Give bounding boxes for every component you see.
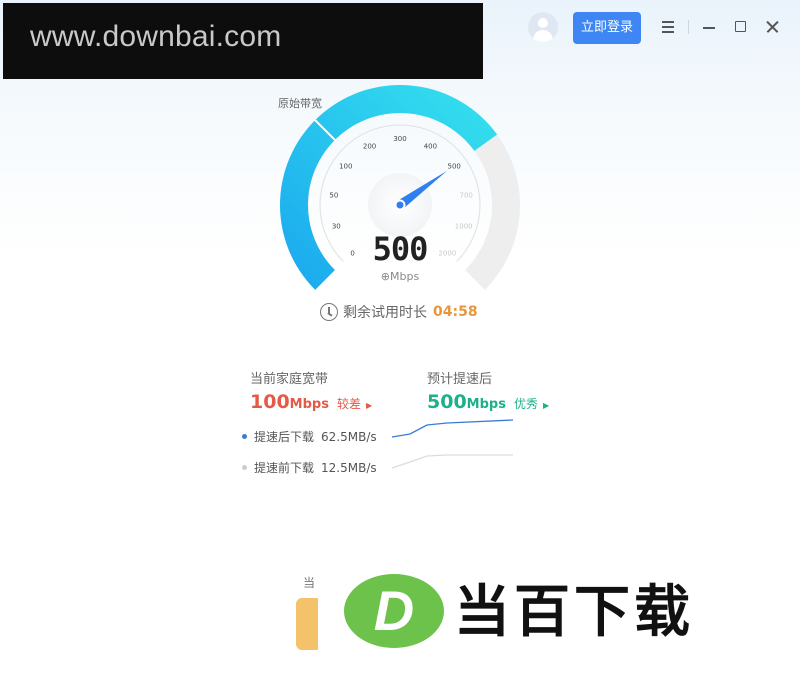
watermark-logo: D 当百下载 xyxy=(340,568,800,658)
after-download-legend: 提速后下载 62.5MB/s xyxy=(242,428,377,445)
bottom-partial-text: 当 xyxy=(303,576,316,590)
before-download-value: 12.5MB/s xyxy=(321,460,377,475)
future-arrow-icon: ▶ xyxy=(542,401,550,410)
after-speed-line xyxy=(391,419,514,438)
before-download-label: 提速前下载 xyxy=(254,461,315,475)
gauge-needle-hub xyxy=(394,199,406,211)
gauge-tick-label: 400 xyxy=(424,142,437,150)
after-download-label: 提速后下载 xyxy=(254,430,315,444)
trial-label: 剩余试用时长 xyxy=(343,305,427,321)
future-rating: 优秀 xyxy=(513,397,538,411)
future-speed-number: 500 xyxy=(427,391,467,413)
current-bandwidth-title: 当前家庭宽带 xyxy=(250,372,329,387)
current-speed-number: 100 xyxy=(250,391,290,413)
after-legend-dot xyxy=(242,434,247,439)
original-bandwidth-label: 原始带宽 xyxy=(278,97,322,110)
current-bandwidth-value[interactable]: 100 Mbps 较差 ▶ xyxy=(250,391,372,413)
before-speed-line xyxy=(391,454,513,469)
future-bandwidth-title: 预计提速后 xyxy=(427,372,493,387)
before-legend-dot xyxy=(242,465,247,470)
future-speed-unit: Mbps xyxy=(466,397,506,412)
trial-remaining: 剩余试用时长 04:58 xyxy=(320,302,478,322)
watermark-logo-icon: D xyxy=(344,574,444,648)
current-arrow-icon: ▶ xyxy=(365,401,373,410)
gauge-tick-label: 200 xyxy=(363,142,376,150)
trial-time: 04:58 xyxy=(433,304,478,320)
watermark-logo-text: 当百下载 xyxy=(454,580,694,645)
gauge-tick-label: 700 xyxy=(459,192,472,200)
gauge-tick-label: 500 xyxy=(448,163,461,171)
speed-unit: ⊕Mbps xyxy=(380,270,420,283)
future-bandwidth-value[interactable]: 500 Mbps 优秀 ▶ xyxy=(427,391,549,413)
bottom-yellow-button[interactable] xyxy=(296,598,318,650)
gauge-tick-label: 300 xyxy=(393,135,406,143)
speedup-window: www.downbai.com 立即登录 0 30 50 100 200 300 400 50… xyxy=(0,0,800,698)
gauge-tick-label: 50 xyxy=(329,192,338,200)
current-rating: 较差 xyxy=(336,397,361,411)
before-download-legend: 提速前下载 12.5MB/s xyxy=(242,459,377,476)
after-download-value: 62.5MB/s xyxy=(321,429,377,444)
current-speed-unit: Mbps xyxy=(289,397,329,412)
gauge-tick-label: 100 xyxy=(339,163,352,171)
speed-value: 500 xyxy=(372,230,429,268)
clock-icon xyxy=(320,303,338,321)
watermark-logo-letter: D xyxy=(373,579,415,642)
